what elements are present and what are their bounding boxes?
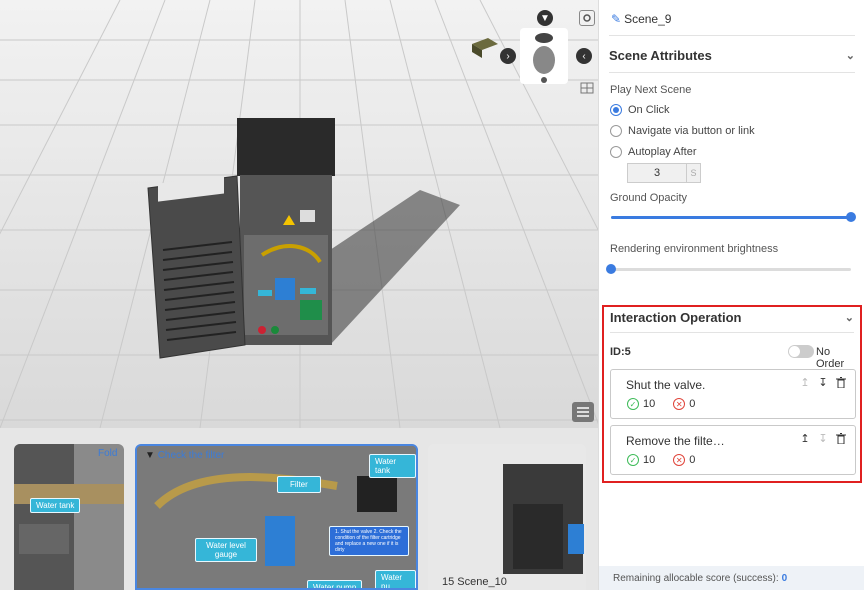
properties-panel: ✎ Scene_9 Scene Attributes ⌄ Play Next S… <box>598 0 864 590</box>
thumbnail-footer: 15 Scene_10 <box>442 576 507 588</box>
score-footer: Remaining allocable score (success): 0 <box>599 566 864 590</box>
chevron-left-icon[interactable]: ‹ <box>576 48 592 64</box>
success-score: 10 <box>643 454 656 466</box>
ground-opacity-slider[interactable] <box>611 212 856 222</box>
remaining-score-label: Remaining allocable score (success): <box>613 572 779 584</box>
water-pump-tag-2: Water pu <box>375 570 416 588</box>
radio-autoplay[interactable]: Autoplay After <box>610 146 697 158</box>
radio-button[interactable] <box>610 146 622 158</box>
operation-id: ID:5 <box>610 346 631 358</box>
triangle-down-icon: ▼ <box>145 450 155 461</box>
ground-opacity-label: Ground Opacity <box>610 192 688 204</box>
water-pump-tag: Water pump <box>307 580 363 588</box>
operation-title: Shut the valve. <box>626 378 706 392</box>
trash-icon[interactable] <box>835 376 847 388</box>
interaction-operation-header[interactable]: Interaction Operation ⌄ <box>610 310 854 325</box>
brightness-label: Rendering environment brightness <box>610 243 779 255</box>
navigation-cube[interactable] <box>520 28 568 84</box>
divider <box>609 72 855 73</box>
order-toggle[interactable] <box>788 345 814 358</box>
move-down-icon[interactable]: ↧ <box>817 432 829 445</box>
radio-button[interactable] <box>610 104 622 116</box>
water-tank-tag: Water tank <box>30 498 81 513</box>
operation-title: Remove the filte… <box>626 434 725 448</box>
operation-card[interactable]: Shut the valve. ↥ ↧ ✓ 10 ✕ 0 <box>610 369 856 419</box>
operation-tools: ↥ ↧ <box>799 376 847 389</box>
scene-thumbnail-selected[interactable]: ▼ Check the filter Water tank Filter Wat… <box>135 444 418 590</box>
divider <box>609 35 855 36</box>
operation-tools: ↥ ↧ <box>799 432 847 445</box>
success-check-icon: ✓ <box>627 398 639 410</box>
brightness-slider[interactable] <box>606 264 851 274</box>
collapse-chevron-icon[interactable]: ▼ <box>537 10 553 26</box>
scene-name-row[interactable]: ✎ Scene_9 <box>611 12 671 26</box>
fail-score: 0 <box>689 398 696 410</box>
no-order-label: No Order <box>816 346 845 370</box>
radio-button[interactable] <box>610 125 622 137</box>
radio-navigate[interactable]: Navigate via button or link <box>610 125 755 137</box>
fail-score: 0 <box>689 454 696 466</box>
slider-knob[interactable] <box>846 212 856 222</box>
water-level-gauge-tag: Water level gauge <box>195 538 257 562</box>
remaining-score-value: 0 <box>781 572 788 584</box>
move-up-icon[interactable]: ↥ <box>799 432 811 445</box>
floor-grid <box>0 0 598 428</box>
move-down-icon[interactable]: ↧ <box>817 376 829 389</box>
grid-icon[interactable] <box>579 80 595 96</box>
divider <box>610 332 854 333</box>
slider-fill <box>611 216 851 219</box>
camera-view-icon[interactable] <box>470 36 500 58</box>
head-model-icon <box>533 33 555 83</box>
radio-on-click[interactable]: On Click <box>610 104 670 116</box>
scene-thumbnail[interactable]: 15 Scene_10 <box>428 444 586 590</box>
water-tank-tag: Water tank <box>369 454 416 478</box>
operation-stats: ✓ 10 ✕ 0 <box>627 454 695 466</box>
success-score: 10 <box>643 398 656 410</box>
chevron-right-icon[interactable]: › <box>500 48 516 64</box>
instruction-note: 1. Shut the valve 2. Check the condition… <box>329 526 409 556</box>
trash-icon[interactable] <box>835 432 847 444</box>
operation-stats: ✓ 10 ✕ 0 <box>627 398 695 410</box>
move-up-icon[interactable]: ↥ <box>799 376 811 389</box>
thumbnail-title: ▼ Check the filter <box>145 450 225 461</box>
scene-viewport[interactable]: ▼ › ‹ <box>0 0 598 428</box>
operation-card[interactable]: Remove the filte… ↥ ↧ ✓ 10 ✕ 0 <box>610 425 856 475</box>
interaction-operation-section: Interaction Operation ⌄ ID:5 No Order Sh… <box>602 305 862 483</box>
fail-x-icon: ✕ <box>673 454 686 466</box>
edit-pencil-icon[interactable]: ✎ <box>611 12 621 26</box>
autoplay-seconds-input[interactable]: 3 S <box>627 163 701 183</box>
fail-x-icon: ✕ <box>673 398 686 410</box>
chevron-down-icon[interactable]: ⌄ <box>846 49 855 62</box>
scene-thumbnail[interactable]: Fold Water tank <box>14 444 124 590</box>
list-icon[interactable] <box>572 402 594 422</box>
success-check-icon: ✓ <box>627 454 639 466</box>
scene-name[interactable]: Scene_9 <box>624 12 671 26</box>
chevron-down-icon[interactable]: ⌄ <box>845 311 854 324</box>
snapshot-icon[interactable] <box>579 10 595 26</box>
scene-thumbnail-strip[interactable]: Fold Water tank ▼ Check the filter Water… <box>0 428 598 590</box>
slider-knob[interactable] <box>606 264 616 274</box>
filter-tag: Filter <box>277 476 321 493</box>
scene-attributes-header[interactable]: Scene Attributes ⌄ <box>609 48 855 63</box>
thumbnail-title: Fold <box>98 448 118 459</box>
play-next-scene-label: Play Next Scene <box>610 84 692 96</box>
